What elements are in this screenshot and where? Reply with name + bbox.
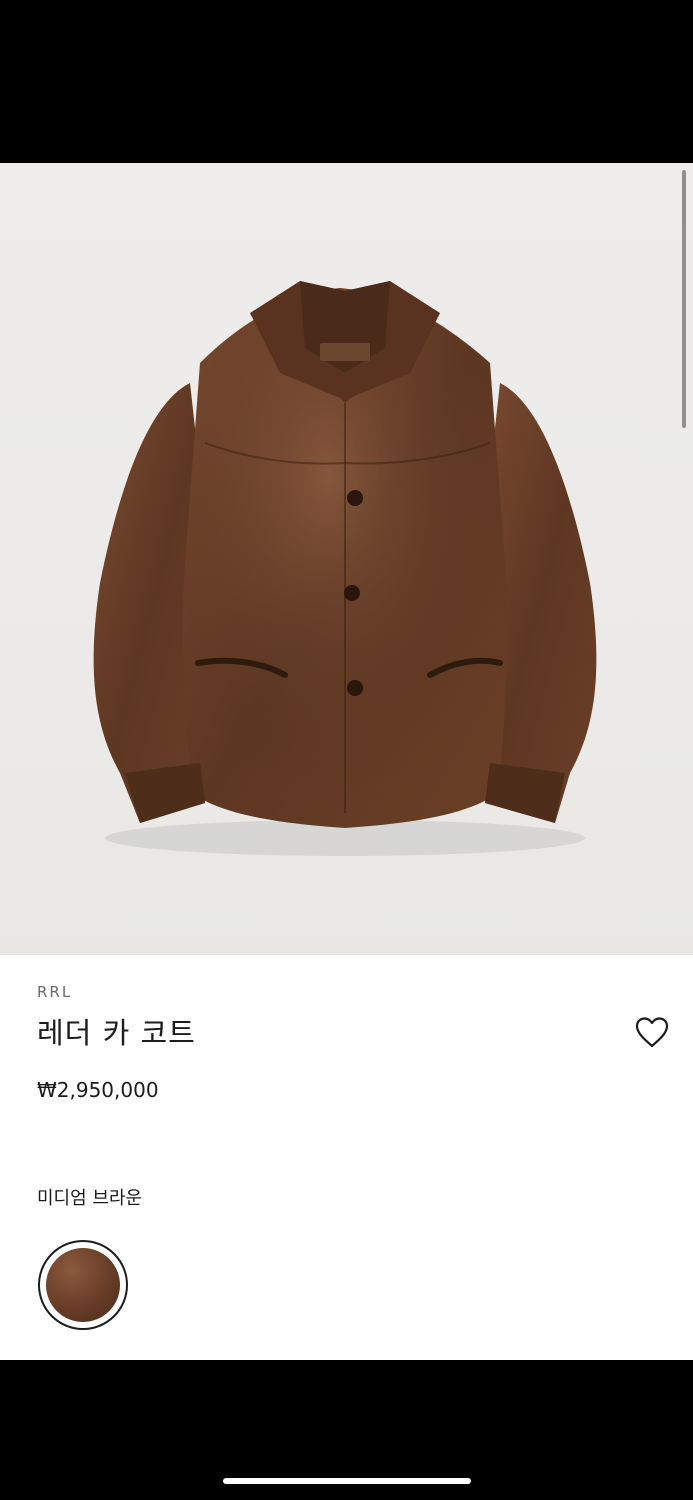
wishlist-button[interactable] bbox=[630, 1012, 674, 1052]
swatch-image bbox=[46, 1248, 120, 1322]
home-indicator[interactable] bbox=[223, 1478, 471, 1484]
status-bar-area bbox=[0, 0, 693, 163]
selected-color-name: 미디엄 브라운 bbox=[37, 1188, 143, 1209]
product-info: RRL 레더 카 코트 ₩2,950,000 미디엄 브라운 bbox=[0, 955, 693, 1360]
product-price: ₩2,950,000 bbox=[37, 1078, 159, 1102]
product-title: 레더 카 코트 bbox=[37, 1016, 196, 1050]
scrollbar[interactable] bbox=[682, 170, 686, 428]
color-swatch-medium-brown[interactable] bbox=[38, 1240, 128, 1330]
brand-name[interactable]: RRL bbox=[37, 983, 72, 1001]
product-image[interactable] bbox=[0, 163, 693, 955]
leather-jacket-illustration bbox=[93, 281, 597, 856]
heart-outline-icon bbox=[635, 1017, 669, 1048]
